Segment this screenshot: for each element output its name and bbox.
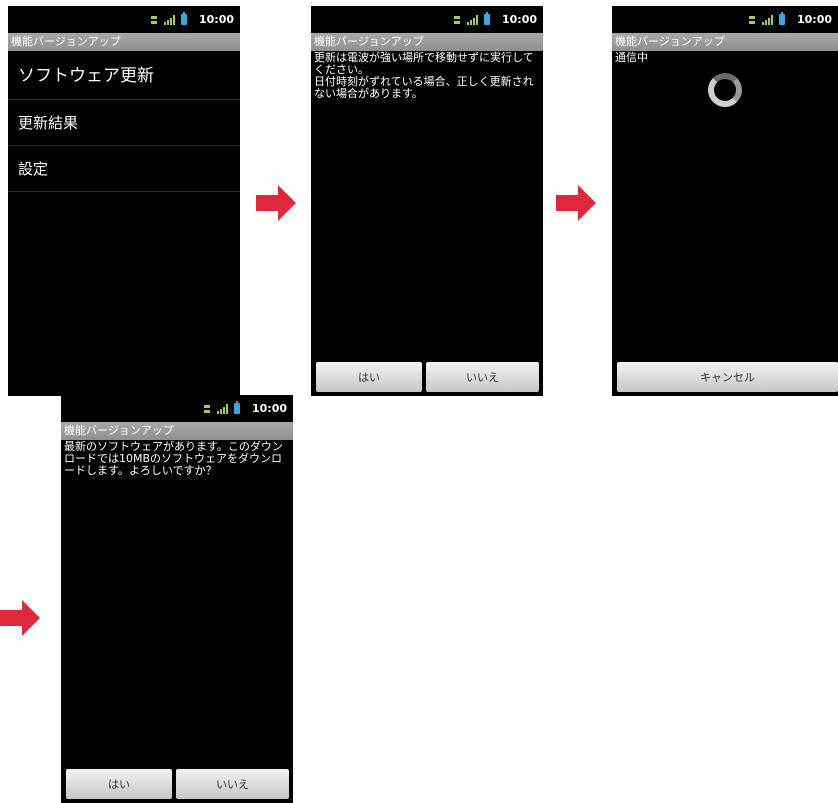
yes-button[interactable]: はい <box>316 362 422 392</box>
screen-confirm-signal: 10:00 機能バージョンアップ 更新は電波が強い場所で移動せずに実行してくださ… <box>311 6 543 396</box>
button-bar: キャンセル <box>612 358 838 396</box>
app-title: 機能バージョンアップ <box>61 422 293 440</box>
app-title: 機能バージョンアップ <box>8 33 240 51</box>
status-time: 10:00 <box>501 13 537 26</box>
battery-icon <box>483 12 490 25</box>
signal-icon <box>163 14 175 25</box>
cancel-button[interactable]: キャンセル <box>617 362 838 392</box>
status-time: 10:00 <box>251 402 287 415</box>
status-bar: 10:00 <box>311 6 543 33</box>
menu-item-update-result[interactable]: 更新結果 <box>8 100 240 146</box>
button-bar: はい いいえ <box>61 765 293 803</box>
menu-item-settings[interactable]: 設定 <box>8 146 240 192</box>
menu-item-software-update[interactable]: ソフトウェア更新 <box>8 52 240 100</box>
app-title: 機能バージョンアップ <box>612 33 838 51</box>
status-time: 10:00 <box>796 13 832 26</box>
confirm-message: 更新は電波が強い場所で移動せずに実行してください。 日付時刻がずれている場合、正… <box>314 51 534 100</box>
no-button[interactable]: いいえ <box>176 769 289 799</box>
screen-communicating: 10:00 機能バージョンアップ 通信中 キャンセル <box>612 6 838 396</box>
status-bar: 10:00 <box>61 395 293 422</box>
no-button[interactable]: いいえ <box>426 362 539 392</box>
sim-icon <box>453 15 461 25</box>
screen-download-confirm: 10:00 機能バージョンアップ 最新のソフトウェアがあります。このダウンロード… <box>61 395 293 803</box>
signal-icon <box>761 14 773 25</box>
battery-icon <box>180 12 187 25</box>
arrow-right-icon <box>256 185 296 221</box>
signal-icon <box>216 403 228 414</box>
sim-icon <box>150 15 158 25</box>
status-text: 通信中 <box>615 51 648 64</box>
download-message: 最新のソフトウェアがあります。このダウンロードでは10MBのソフトウェアをダウン… <box>64 440 283 477</box>
loading-spinner-icon <box>708 73 742 107</box>
battery-icon <box>778 12 785 25</box>
sim-icon <box>203 404 211 414</box>
sim-icon <box>748 15 756 25</box>
arrow-right-icon <box>556 185 596 221</box>
arrow-right-icon <box>0 600 40 636</box>
status-bar: 10:00 <box>8 6 240 33</box>
status-bar: 10:00 <box>612 6 838 33</box>
screen-menu: 10:00 機能バージョンアップ ソフトウェア更新 更新結果 設定 <box>8 6 240 396</box>
status-time: 10:00 <box>198 13 234 26</box>
button-bar: はい いいえ <box>311 358 543 396</box>
battery-icon <box>233 401 240 414</box>
signal-icon <box>466 14 478 25</box>
yes-button[interactable]: はい <box>66 769 172 799</box>
app-title: 機能バージョンアップ <box>311 33 543 51</box>
